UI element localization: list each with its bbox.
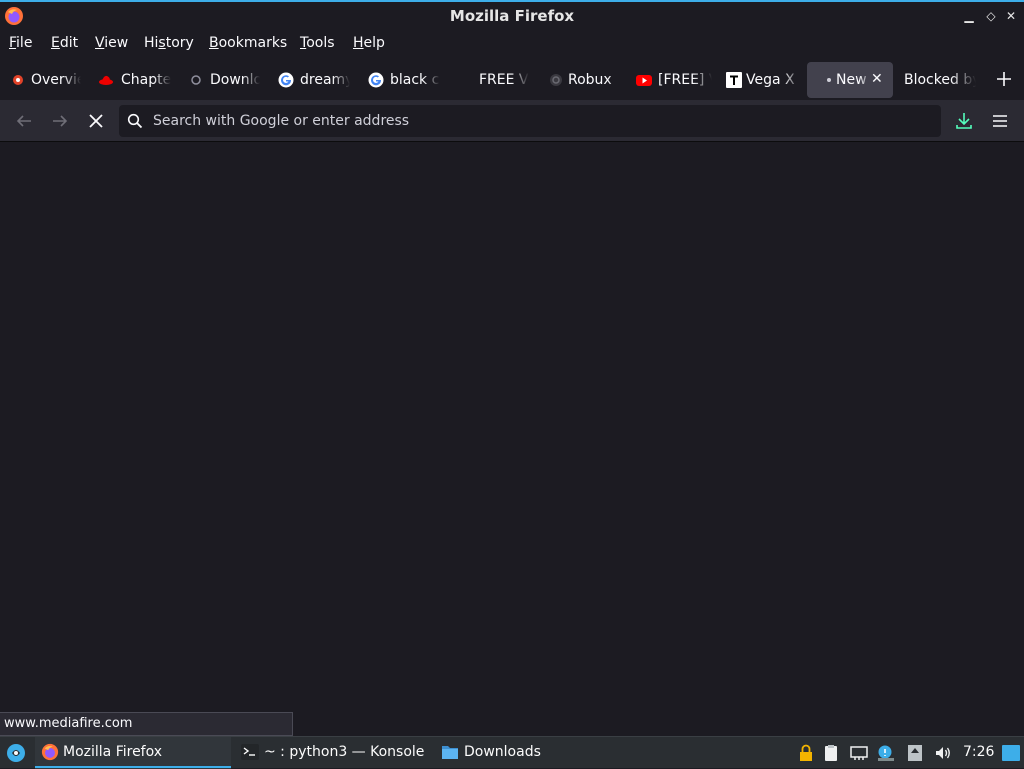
- redhat-icon: [99, 75, 113, 85]
- clock[interactable]: 7:26: [963, 744, 994, 760]
- gitlab-icon: [13, 75, 23, 85]
- maximize-button[interactable]: ◇: [984, 8, 998, 24]
- menu-file[interactable]: File: [9, 35, 32, 51]
- volume-icon[interactable]: [934, 744, 952, 762]
- updates-icon[interactable]: [906, 744, 924, 762]
- task-firefox[interactable]: Mozilla Firefox: [35, 737, 231, 769]
- tab-blocked-by[interactable]: Blocked by: [897, 62, 979, 98]
- tab-free-v[interactable]: FREE V-: [456, 62, 542, 98]
- tab-free-youtube[interactable]: [FREE] V: [636, 62, 722, 98]
- close-window-button[interactable]: ✕: [1004, 8, 1018, 24]
- navigation-toolbar: [0, 100, 1024, 142]
- menu-bookmarks[interactable]: Bookmarks: [209, 35, 287, 51]
- google-icon: [278, 72, 294, 88]
- close-tab-button[interactable]: ✕: [871, 71, 883, 87]
- google-icon: [368, 72, 384, 88]
- task-konsole[interactable]: ~ : python3 — Konsole: [236, 737, 432, 769]
- network-wired-icon[interactable]: [850, 744, 868, 762]
- tab-new-active[interactable]: New ✕: [807, 62, 893, 98]
- tab-vega-x[interactable]: Vega X: [726, 62, 806, 98]
- search-icon: [127, 113, 143, 129]
- folder-icon: [442, 746, 458, 759]
- minimize-button[interactable]: ▁: [962, 8, 976, 24]
- tab-download[interactable]: Download: [186, 62, 272, 98]
- menu-history[interactable]: History: [144, 35, 194, 51]
- application-launcher-icon[interactable]: [6, 743, 26, 763]
- download-site-icon: [191, 75, 201, 85]
- new-tab-plus-icon[interactable]: [993, 68, 1015, 90]
- t-icon: [726, 72, 742, 88]
- tab-chapter[interactable]: Chapter: [96, 62, 182, 98]
- window-titlebar[interactable]: Mozilla Firefox ▁ ◇ ✕: [0, 0, 1024, 30]
- notifications-icon[interactable]: [877, 744, 895, 762]
- taskbar: Mozilla Firefox ~ : python3 — Konsole Do…: [0, 736, 1024, 769]
- back-arrow-icon[interactable]: [13, 110, 35, 132]
- downloads-icon[interactable]: [953, 110, 975, 132]
- tab-strip: Overview Chapter Download dreamy black c…: [0, 60, 1024, 100]
- tab-black-c[interactable]: black c: [366, 62, 452, 98]
- tab-overview[interactable]: Overview: [6, 62, 92, 98]
- tab-robux[interactable]: Robux: [546, 62, 632, 98]
- firefox-icon: [41, 743, 59, 761]
- menu-edit[interactable]: Edit: [51, 35, 78, 51]
- window-title: Mozilla Firefox: [449, 7, 575, 25]
- url-input[interactable]: [153, 105, 933, 137]
- youtube-icon: [636, 75, 652, 86]
- menu-tools[interactable]: Tools: [300, 35, 335, 51]
- link-status-panel: www.mediafire.com: [0, 712, 293, 736]
- konsole-icon: [241, 744, 259, 760]
- show-desktop-icon[interactable]: [1001, 744, 1021, 762]
- robux-icon: [550, 74, 562, 86]
- app-menu-hamburger-icon[interactable]: [989, 110, 1011, 132]
- forward-arrow-icon[interactable]: [49, 110, 71, 132]
- clipboard-icon[interactable]: [822, 744, 840, 762]
- stop-loading-icon[interactable]: [85, 110, 107, 132]
- tab-dreamy[interactable]: dreamy: [276, 62, 362, 98]
- lock-icon[interactable]: [797, 744, 815, 762]
- task-downloads[interactable]: Downloads: [437, 737, 633, 769]
- page-content-area[interactable]: [0, 142, 1024, 736]
- menu-bar: File Edit View History Bookmarks Tools H…: [0, 30, 1024, 58]
- menu-help[interactable]: Help: [353, 35, 385, 51]
- address-bar[interactable]: [119, 105, 941, 137]
- menu-view[interactable]: View: [95, 35, 128, 51]
